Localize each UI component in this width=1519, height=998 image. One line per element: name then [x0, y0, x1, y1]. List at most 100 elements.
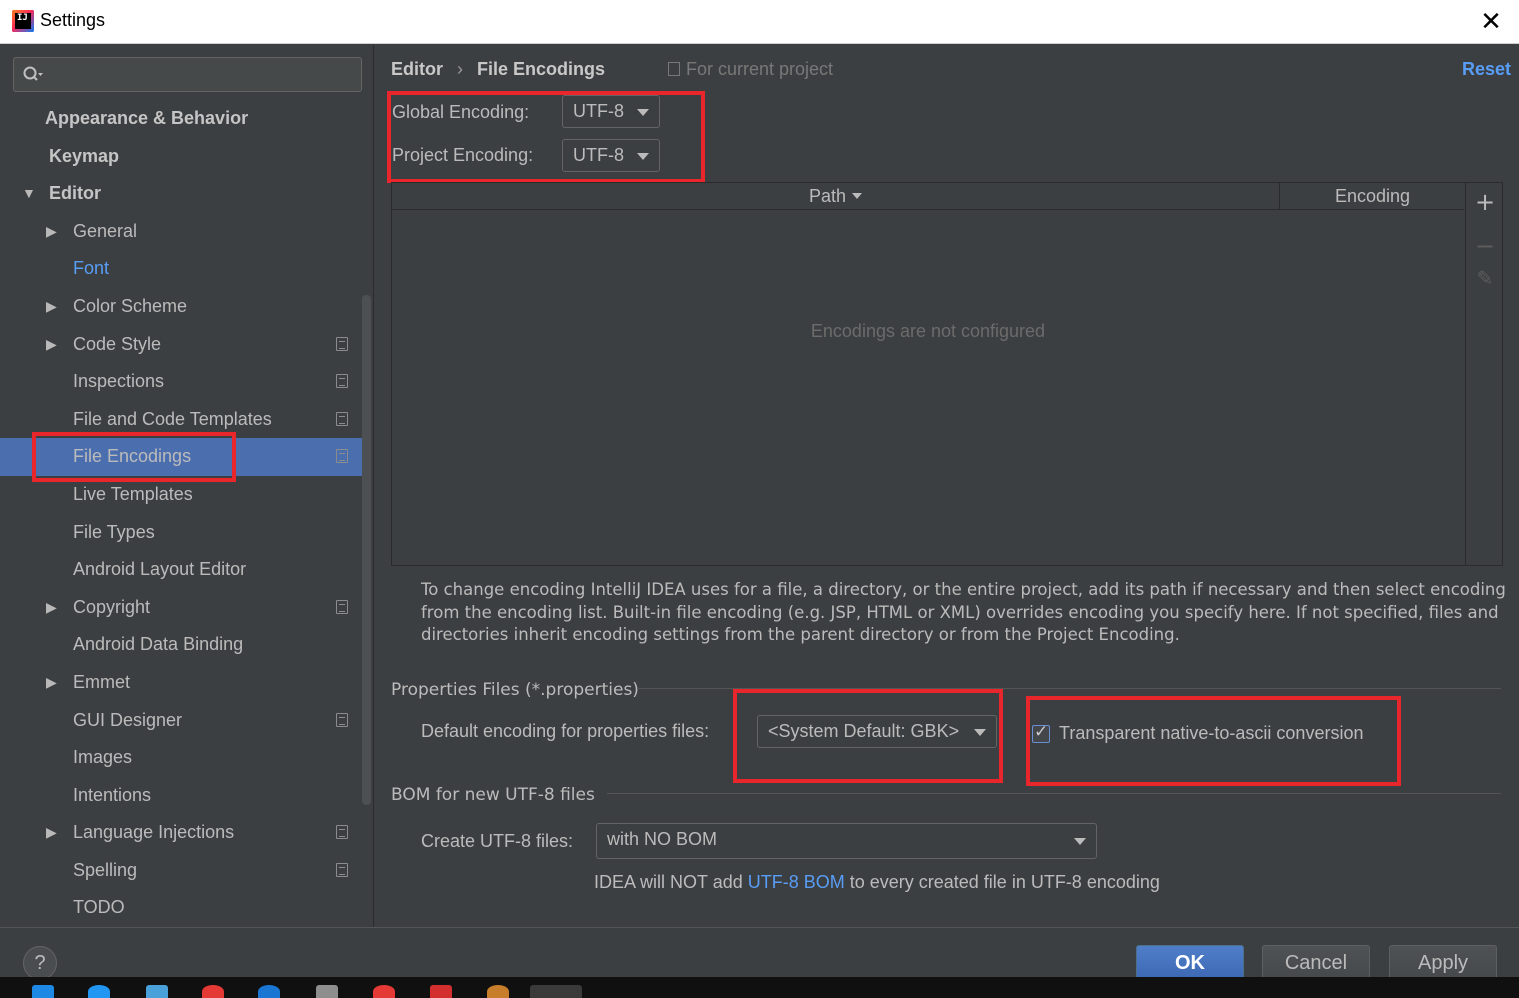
breadcrumb: Editor › File Encodings	[391, 59, 605, 80]
app-icon[interactable]	[88, 985, 110, 998]
collapsed-arrow-icon[interactable]: ▶	[46, 589, 57, 626]
sidebar-item-color-scheme[interactable]: ▶ Color Scheme	[0, 288, 362, 326]
project-icon	[668, 62, 680, 76]
breadcrumb-separator: ›	[457, 59, 463, 79]
sidebar-item-label: Copyright	[73, 596, 151, 617]
sidebar-item-label: Images	[73, 747, 133, 768]
intellij-taskbar-icon[interactable]	[530, 985, 582, 998]
os-taskbar	[0, 977, 1519, 998]
sidebar-item-editor[interactable]: ▼ Editor	[0, 175, 362, 213]
search-input[interactable]	[13, 57, 362, 92]
ok-button[interactable]: OK	[1136, 945, 1244, 981]
start-icon[interactable]	[32, 985, 54, 998]
chrome-icon[interactable]	[202, 985, 224, 998]
sidebar-item-intentions[interactable]: Intentions	[0, 777, 362, 815]
file-encodings-panel: Editor › File Encodings For current projec…	[375, 45, 1519, 927]
edit-icon: ✎	[1476, 266, 1494, 290]
for-current-project-label: For current project	[686, 59, 834, 79]
sidebar-item-file-types[interactable]: File Types	[0, 514, 362, 552]
highlight-box-selected-item	[32, 432, 236, 483]
settings-tree: Appearance & Behavior Keymap ▼ Editor ▶ Gener…	[0, 100, 362, 927]
properties-section-title: Properties Files (*.properties)	[391, 680, 639, 700]
sidebar-item-todo[interactable]: TODO	[0, 889, 362, 927]
collapsed-arrow-icon[interactable]: ▶	[46, 213, 57, 250]
sidebar-item-label: GUI Designer	[73, 709, 183, 730]
column-header-path-label: Path	[808, 186, 847, 206]
for-current-project: For current project	[668, 59, 833, 80]
sidebar-item-gui-designer[interactable]: GUI Designer	[0, 702, 362, 740]
project-scope-icon	[336, 825, 348, 840]
sidebar-item-spelling[interactable]: Spelling	[0, 852, 362, 890]
table-toolbar: + − ✎	[1465, 183, 1503, 565]
sidebar-item-label: Code Style	[73, 333, 162, 354]
cancel-button[interactable]: Cancel	[1262, 945, 1370, 981]
sidebar-item-code-style[interactable]: ▶ Code Style	[0, 326, 362, 364]
sidebar-item-label: Emmet	[73, 671, 131, 692]
app-icon[interactable]	[258, 985, 280, 998]
app-icon[interactable]	[430, 985, 452, 998]
sidebar-item-label: General	[73, 220, 138, 241]
sidebar-item-label: Language Injections	[73, 822, 235, 843]
default-properties-encoding-label: Default encoding for properties files:	[421, 721, 710, 741]
collapsed-arrow-icon[interactable]: ▶	[46, 814, 57, 851]
sidebar-item-android-layout-editor[interactable]: Android Layout Editor	[0, 551, 362, 589]
column-header-encoding[interactable]: Encoding	[1281, 183, 1464, 210]
sort-down-icon	[852, 193, 863, 199]
collapsed-arrow-icon[interactable]: ▶	[46, 288, 57, 325]
chrome-icon[interactable]	[373, 985, 395, 998]
sidebar-item-label: Keymap	[49, 145, 120, 166]
sidebar-item-label: TODO	[73, 897, 125, 918]
sidebar-item-android-data-binding[interactable]: Android Data Binding	[0, 626, 362, 664]
create-utf8-value: with NO BOM	[607, 829, 718, 849]
app-icon[interactable]	[487, 985, 509, 998]
sidebar-item-label: Android Layout Editor	[73, 559, 247, 580]
intellij-icon: IJ	[12, 10, 34, 32]
highlight-box-properties-encoding	[733, 689, 1003, 783]
sidebar-item-live-templates[interactable]: Live Templates	[0, 476, 362, 514]
sidebar-item-label: Inspections	[73, 371, 165, 392]
reset-link[interactable]: Reset	[1462, 59, 1511, 80]
settings-icon[interactable]	[316, 985, 338, 998]
project-scope-icon	[336, 862, 348, 877]
sidebar-item-keymap[interactable]: Keymap	[0, 138, 362, 176]
collapsed-arrow-icon[interactable]: ▶	[46, 326, 57, 363]
add-icon[interactable]: +	[1474, 190, 1496, 214]
breadcrumb-current: File Encodings	[477, 59, 606, 79]
create-utf8-select[interactable]: with NO BOM	[596, 823, 1097, 859]
highlight-box-encodings	[387, 91, 705, 183]
sidebar-scrollbar[interactable]	[362, 295, 371, 805]
project-scope-icon	[336, 411, 348, 426]
sidebar-item-copyright[interactable]: ▶ Copyright	[0, 589, 362, 627]
apply-button[interactable]: Apply	[1389, 945, 1497, 981]
sidebar-item-file-encodings[interactable]: File Encodings	[0, 432, 362, 483]
utf8-bom-link[interactable]: UTF-8 BOM	[748, 872, 845, 892]
dialog-button-bar: ? OK Cancel Apply	[0, 927, 1519, 981]
bom-info-suffix: to every created file in UTF-8 encoding	[844, 872, 1160, 892]
sidebar-item-general[interactable]: ▶ General	[0, 213, 362, 251]
sidebar-item-label: Live Templates	[73, 483, 193, 504]
expanded-arrow-icon[interactable]: ▼	[22, 175, 36, 212]
table-empty-text: Encodings are not configured	[810, 321, 1046, 341]
sidebar-item-language-injections[interactable]: ▶ Language Injections	[0, 814, 362, 852]
app-icon[interactable]	[146, 985, 168, 998]
close-button[interactable]: ✕	[1477, 8, 1505, 36]
project-scope-icon	[336, 374, 348, 389]
bom-section-title: BOM for new UTF-8 files	[391, 785, 595, 805]
sidebar-item-inspections[interactable]: Inspections	[0, 363, 362, 401]
create-utf8-label: Create UTF-8 files:	[421, 831, 574, 851]
bom-info-prefix: IDEA will NOT add	[594, 872, 748, 892]
collapsed-arrow-icon[interactable]: ▶	[46, 664, 57, 701]
help-button[interactable]: ?	[23, 946, 57, 980]
remove-icon: −	[1474, 232, 1496, 260]
sidebar-item-emmet[interactable]: ▶ Emmet	[0, 664, 362, 702]
column-header-path[interactable]: Path	[392, 183, 1280, 210]
sidebar-item-images[interactable]: Images	[0, 739, 362, 777]
sidebar-item-label: Editor	[49, 183, 101, 204]
sidebar-item-label: Color Scheme	[73, 295, 188, 316]
chevron-down-icon	[1074, 838, 1086, 845]
settings-sidebar: Appearance & Behavior Keymap ▼ Editor ▶ Gener…	[0, 45, 374, 927]
sidebar-item-label: File Types	[73, 521, 155, 542]
sidebar-item-font[interactable]: Font	[0, 250, 362, 288]
sidebar-item-label: Appearance & Behavior	[45, 108, 249, 128]
sidebar-item-appearance-behavior[interactable]: Appearance & Behavior	[0, 100, 362, 138]
